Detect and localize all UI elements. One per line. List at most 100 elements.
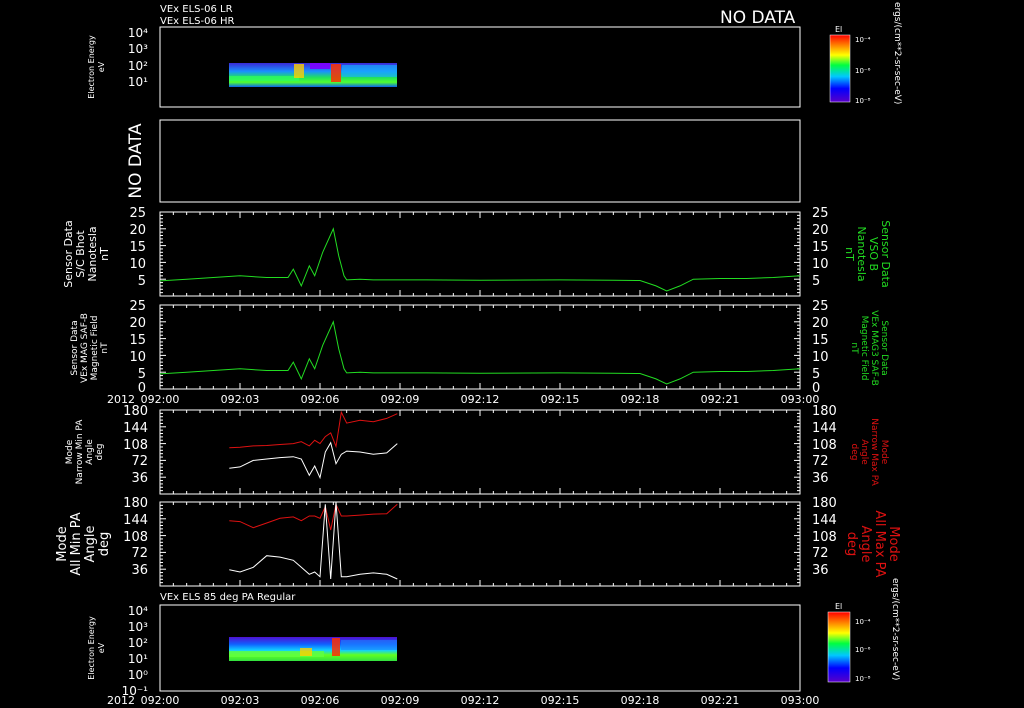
pa2-right-label-2: All Max PA: [872, 510, 887, 577]
mag2-ytick-5-right: 5: [812, 367, 820, 382]
mag1-ytick-25: 25: [129, 206, 146, 221]
mag1-ytick-20-right: 20: [812, 223, 829, 238]
spec2-ytick-4: 10¹: [128, 652, 148, 666]
pa2-ytick-72-right: 72: [812, 546, 829, 561]
spec2-heatmap: [229, 637, 397, 661]
mag2-left-label-4: nT: [100, 342, 110, 354]
mag-panel-2: 25 20 15 10 5 0 25 20 15 10 5 0 Sensor D…: [70, 299, 889, 396]
pa1-left-label-3: Angle: [85, 439, 95, 465]
time-axis-2-tick-2: 092:06: [301, 694, 340, 707]
time-axis-1-tick-4: 092:12: [461, 393, 500, 406]
mag1-ytick-20: 20: [129, 223, 146, 238]
pa1-max-line: [229, 410, 398, 449]
pa2-ytick-36-right: 36: [812, 563, 829, 578]
spec2-cbar-tick-1: 10⁻⁴: [855, 618, 871, 626]
mag-panel-1: 25 20 15 10 5 25 20 15 10 5 Sensor Data …: [62, 206, 892, 297]
time-axis-1-tick-7: 092:21: [701, 393, 740, 406]
pa1-left-label-2: Narrow Min PA: [75, 419, 85, 485]
pa2-ytick-108-right: 108: [812, 530, 837, 545]
spec1-ylabel-2: eV: [97, 61, 106, 72]
mag2-ytick-10-right: 10: [812, 350, 829, 365]
mag1-tick-marks: [159, 211, 801, 297]
spec1-units-label: ergs/(cm**2-sr-sec-eV): [892, 2, 902, 104]
time-axis-bottom: 2012 092:00 092:03 092:06 092:09 092:12 …: [107, 694, 819, 707]
time-axis-1-tick-1: 092:03: [221, 393, 260, 406]
pa1-ytick-144: 144: [123, 421, 148, 436]
time-axis-1-tick-3: 092:09: [381, 393, 420, 406]
pa2-ytick-180: 180: [123, 496, 148, 511]
pa2-left-label-1: Mode: [55, 526, 70, 561]
pa1-ytick-72: 72: [131, 454, 148, 469]
spec1-ylabel-1: Electron Energy: [87, 35, 96, 99]
mag2-ytick-5: 5: [138, 367, 146, 382]
header-line2: VEx ELS-06 HR: [160, 16, 235, 27]
pa2-right-label-1: Mode: [886, 526, 901, 561]
mag1-left-label-4: nT: [98, 247, 111, 261]
time-axis-1-tick-2: 092:06: [301, 393, 340, 406]
mag1-ytick-10: 10: [129, 257, 146, 272]
header-line1: VEx ELS-06 LR: [160, 4, 233, 15]
pa1-ytick-36-right: 36: [812, 471, 829, 486]
mag2-right-label-4: nT: [849, 342, 859, 354]
pa1-ytick-144-right: 144: [812, 421, 837, 436]
spec2-ylabel-2: eV: [97, 642, 106, 653]
no-data-panel: NO DATA: [126, 119, 801, 203]
spec2-ytick-2: 10³: [128, 620, 148, 634]
pa1-ytick-180: 180: [123, 404, 148, 419]
spec2-title: VEx ELS 85 deg PA Regular: [160, 592, 296, 603]
pa1-tick-marks: [159, 409, 801, 495]
spec2-colorbar: [827, 611, 851, 683]
spec2-units-label: ergs/(cm**2-sr-sec-eV): [890, 578, 900, 680]
time-axis-2-tick-7: 092:21: [701, 694, 740, 707]
empty-panel-label: NO DATA: [126, 123, 146, 199]
pa1-left-label-1: Mode: [65, 439, 75, 464]
mag1-ytick-5-right: 5: [812, 274, 820, 289]
pa1-ytick-180-right: 180: [812, 404, 837, 419]
time-axis-2-tick-3: 092:09: [381, 694, 420, 707]
spec1-colorbar-title: El: [835, 25, 842, 34]
mag2-right-label-1: Sensor Data: [879, 320, 889, 375]
spec2-ytick-5: 10⁰: [128, 668, 148, 682]
mag2-data-line: [159, 320, 801, 385]
mag1-right-label-4: nT: [843, 247, 856, 261]
pa1-min-line: [229, 441, 398, 480]
pa2-left-label-4: deg: [97, 532, 112, 557]
pa2-left-label-2: All Min PA: [69, 512, 84, 575]
spec1-ytick-4: 10¹: [128, 75, 148, 89]
pa2-min-line: [229, 501, 398, 580]
pa1-right-label-3: Angle: [859, 439, 869, 465]
spectrogram-panel-bottom: VEx ELS 85 deg PA Regular 10⁴ 10³ 10² 10…: [87, 578, 900, 698]
time-axis-2-tick-6: 092:18: [621, 694, 660, 707]
mag1-data-line: [159, 227, 801, 292]
pa1-ytick-108: 108: [123, 438, 148, 453]
pa2-ytick-180-right: 180: [812, 496, 837, 511]
mag1-plot-frame: [159, 211, 801, 297]
spec2-ytick-1: 10⁴: [128, 604, 148, 618]
pa2-ytick-36: 36: [131, 563, 148, 578]
time-axis-2-tick-5: 092:15: [541, 694, 580, 707]
time-axis-2-tick-1: 092:03: [221, 694, 260, 707]
mag2-ytick-25-right: 25: [812, 299, 829, 314]
spec1-ytick-1: 10⁴: [128, 26, 148, 40]
spec2-colorbar-title: El: [835, 602, 842, 611]
spec2-ytick-3: 10²: [128, 636, 148, 650]
spec1-ytick-3: 10²: [128, 59, 148, 73]
pa2-max-line: [229, 502, 398, 531]
time-axis-middle: 2012 092:00 092:03 092:06 092:09 092:12 …: [107, 393, 819, 406]
pa2-ytick-108: 108: [123, 530, 148, 545]
mag2-left-label-3: Magnetic Field: [90, 316, 100, 381]
mag1-ytick-15: 15: [129, 240, 146, 255]
mag1-ytick-25-right: 25: [812, 206, 829, 221]
empty-plot-frame: [159, 119, 801, 203]
pa1-right-label-1: Mode: [879, 440, 889, 465]
time-axis-2-tick-4: 092:12: [461, 694, 500, 707]
pa2-ytick-144: 144: [123, 513, 148, 528]
time-axis-1-tick-5: 092:15: [541, 393, 580, 406]
time-axis-2-tick-8: 093:00: [781, 694, 820, 707]
mag2-ytick-10: 10: [129, 350, 146, 365]
mag1-ytick-15-right: 15: [812, 240, 829, 255]
mag2-tick-marks: [159, 304, 801, 390]
spec1-cbar-tick-1: 10⁻⁴: [855, 36, 871, 44]
time-axis-2-tick-0: 092:00: [141, 694, 180, 707]
spec1-heatmap: [229, 63, 397, 87]
